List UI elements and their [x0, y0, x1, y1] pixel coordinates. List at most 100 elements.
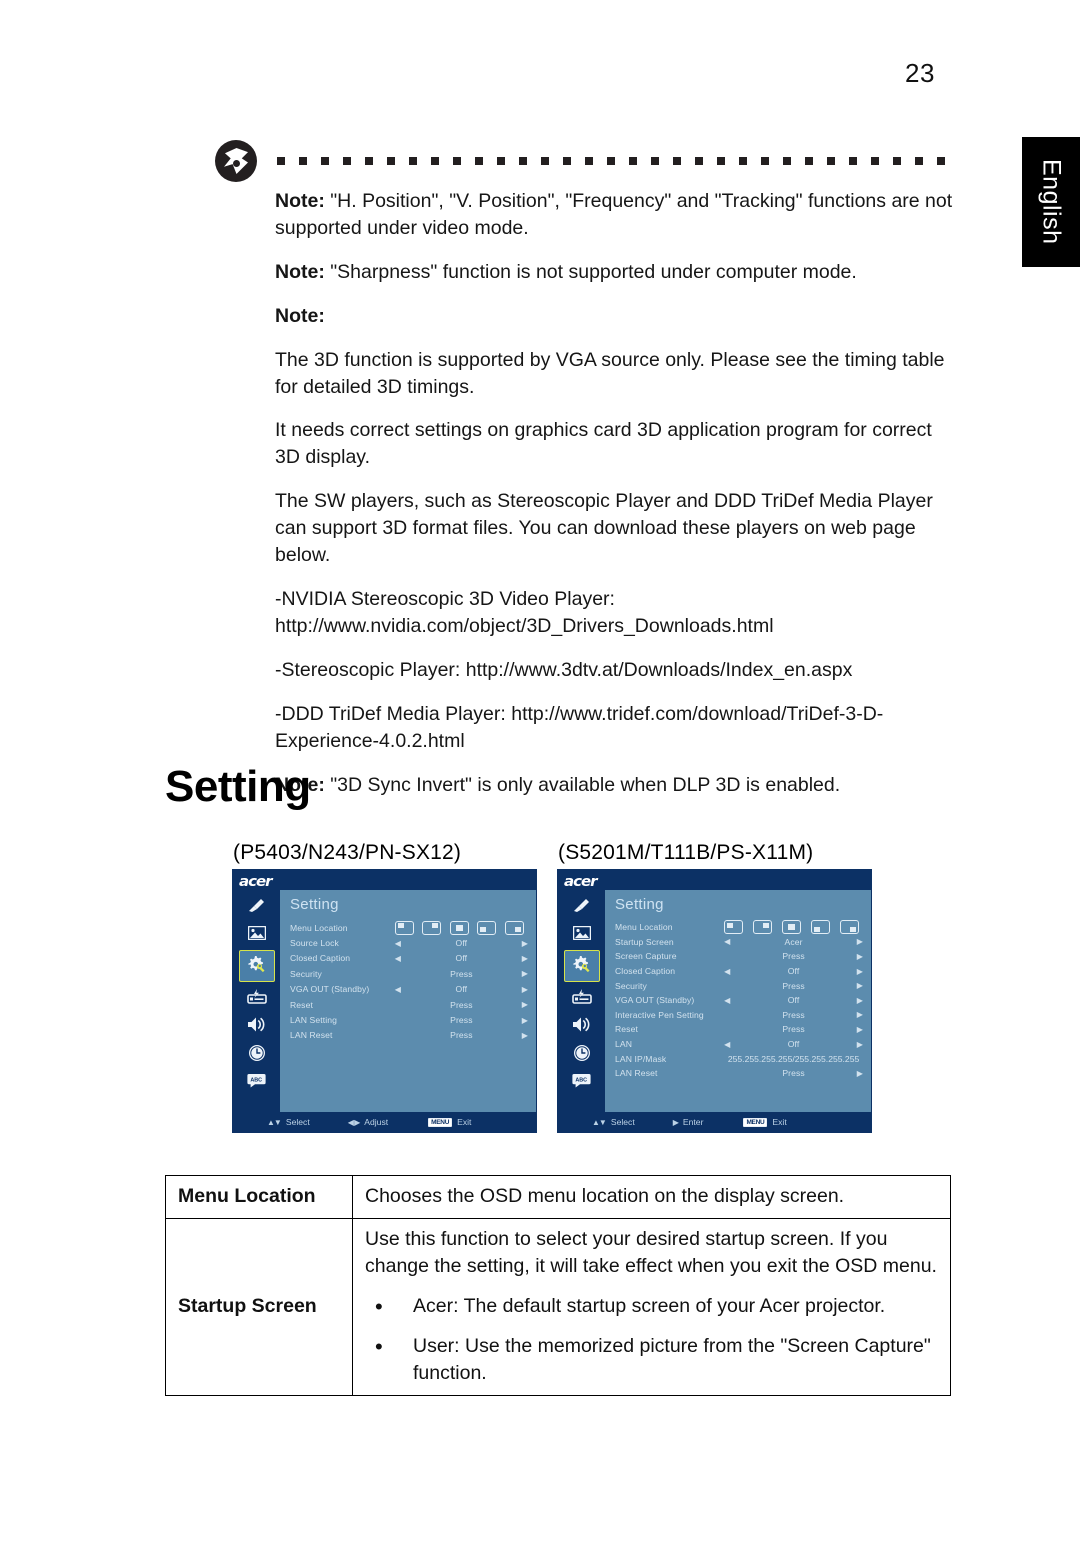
enter-key-icon: ▶ [672, 1117, 679, 1127]
osd-row[interactable]: Reset Press [290, 997, 528, 1012]
settings-description-table: Menu Location Chooses the OSD menu locati… [165, 1175, 951, 1397]
osd-body: ABC Setting Menu Location Source Lock Off… [233, 890, 536, 1112]
note-text: -NVIDIA Stereoscopic 3D Video Player: ht… [275, 587, 774, 637]
osd-row[interactable]: Interactive Pen Setting Press [615, 1008, 863, 1023]
table-cell-description: Chooses the OSD menu location on the dis… [352, 1175, 951, 1219]
osd-row[interactable]: VGA OUT (Standby) Off [290, 982, 528, 997]
osd-row[interactable]: LAN IP/Mask 255.255.255.255/255.255.255.2… [615, 1051, 863, 1066]
osd-footer-exit: MENU Exit [743, 1117, 787, 1127]
menu-location-icon-group[interactable] [724, 920, 863, 935]
osd-row[interactable]: Startup Screen Acer [615, 935, 863, 950]
power-management-icon[interactable] [567, 986, 597, 1010]
osd-row-label: Security [615, 980, 647, 991]
menu-location-icon-group[interactable] [394, 920, 528, 935]
osd-row-value: Off [455, 984, 468, 995]
menu-location-top-left-icon[interactable] [724, 920, 744, 935]
menu-location-bottom-right-icon[interactable] [839, 920, 859, 935]
enter-label: Enter [682, 1117, 704, 1127]
select-label: Select [610, 1117, 635, 1127]
menu-location-top-left-icon[interactable] [394, 920, 414, 935]
osd-row[interactable]: Security Press [290, 966, 528, 981]
osd-row[interactable]: Closed Caption Off [615, 964, 863, 979]
osd-row[interactable]: VGA OUT (Standby) Off [615, 993, 863, 1008]
osd-row[interactable]: Closed Caption Off [290, 951, 528, 966]
note-label: Note: [275, 304, 325, 327]
note-text: -Stereoscopic Player: http://www.3dtv.at… [275, 658, 853, 681]
right-arrow-icon[interactable] [507, 1031, 528, 1040]
osd-row-label: Reset [615, 1024, 638, 1035]
osd-row-label: LAN Reset [615, 1068, 658, 1079]
right-arrow-icon[interactable] [841, 952, 863, 961]
right-arrow-icon[interactable] [841, 996, 863, 1005]
note-label: Note: [275, 190, 325, 212]
note-text: "Sharpness" function is not supported un… [324, 260, 857, 283]
dotted-divider [277, 157, 957, 165]
left-arrow-icon[interactable] [724, 967, 746, 976]
right-arrow-icon[interactable] [841, 967, 863, 976]
right-arrow-icon[interactable] [507, 939, 528, 948]
gear-wrench-icon[interactable] [238, 950, 275, 982]
osd-row[interactable]: Security Press [615, 978, 863, 993]
left-arrow-icon[interactable] [395, 939, 416, 948]
osd-rows: Source Lock Off Closed Caption Off Security P… [290, 935, 528, 1043]
menu-location-bottom-left-icon[interactable] [811, 920, 831, 935]
right-arrow-icon[interactable] [841, 1069, 863, 1078]
osd-row[interactable]: LAN Reset Press [290, 1028, 528, 1043]
image-icon[interactable] [242, 922, 272, 946]
speaker-icon[interactable] [567, 1014, 597, 1038]
left-arrow-icon[interactable] [724, 937, 746, 946]
osd-panel-title: Setting [290, 896, 339, 913]
osd-row[interactable]: Reset Press [615, 1022, 863, 1037]
note-paragraph: Note: "3D Sync Invert" is only available… [275, 772, 955, 799]
right-arrow-icon[interactable] [507, 1016, 528, 1025]
osd-row-label: Closed Caption [290, 953, 351, 964]
osd-row-value: Off [455, 953, 468, 964]
menu-location-bottom-left-icon[interactable] [477, 920, 497, 935]
right-arrow-icon[interactable] [507, 1000, 528, 1009]
osd-row-menu-location[interactable]: Menu Location [615, 920, 863, 935]
menu-location-center-icon[interactable] [449, 920, 469, 935]
speaker-icon[interactable] [242, 1014, 272, 1038]
left-arrow-icon[interactable] [395, 954, 416, 963]
right-arrow-icon[interactable] [841, 1025, 863, 1034]
menu-location-top-right-icon[interactable] [422, 920, 442, 935]
menu-location-center-icon[interactable] [782, 920, 802, 935]
language-icon[interactable]: ABC [242, 1070, 272, 1094]
right-arrow-icon[interactable] [507, 969, 528, 978]
right-arrow-icon[interactable] [841, 981, 863, 990]
model-caption-left: (P5403/N243/PN-SX12) [233, 841, 462, 864]
note-text: "H. Position", "V. Position", "Frequency… [275, 190, 953, 239]
right-arrow-icon[interactable] [841, 1010, 863, 1019]
osd-screenshot-p5403: acer ABC Setting Menu Location Source Lo… [232, 869, 537, 1133]
osd-row-menu-location[interactable]: Menu Location [290, 920, 528, 935]
menu-key-icon: MENU [428, 1117, 453, 1127]
osd-row[interactable]: LAN Setting Press [290, 1012, 528, 1027]
language-icon[interactable]: ABC [567, 1070, 597, 1094]
right-arrow-icon[interactable] [507, 985, 528, 994]
clock-icon[interactable] [242, 1042, 272, 1066]
osd-row[interactable]: Screen Capture Press [615, 949, 863, 964]
list-item: Acer: The default startup screen of your… [365, 1291, 938, 1322]
osd-row-value: Off [787, 966, 800, 977]
right-arrow-icon[interactable] [841, 937, 863, 946]
power-management-icon[interactable] [242, 986, 272, 1010]
adjust-label: Adjust [364, 1117, 389, 1127]
clock-icon[interactable] [567, 1042, 597, 1066]
image-icon[interactable] [567, 922, 597, 946]
menu-location-bottom-right-icon[interactable] [504, 920, 524, 935]
menu-location-top-right-icon[interactable] [753, 920, 773, 935]
osd-row-value: Off [787, 995, 800, 1006]
left-arrow-icon[interactable] [724, 1040, 746, 1049]
left-arrow-icon[interactable] [724, 996, 746, 1005]
color-wand-icon[interactable] [567, 894, 597, 918]
osd-row[interactable]: LAN Reset Press [615, 1066, 863, 1081]
table-cell-description: Use this function to select your desired… [352, 1217, 951, 1397]
osd-row[interactable]: Source Lock Off [290, 935, 528, 950]
right-arrow-icon[interactable] [507, 954, 528, 963]
left-arrow-icon[interactable] [395, 985, 416, 994]
color-wand-icon[interactable] [242, 894, 272, 918]
osd-row[interactable]: LAN Off [615, 1037, 863, 1052]
osd-rows: Startup ScreenAcerScreen CapturePressClo… [615, 935, 863, 1081]
right-arrow-icon[interactable] [841, 1040, 863, 1049]
gear-wrench-icon[interactable] [563, 950, 600, 982]
